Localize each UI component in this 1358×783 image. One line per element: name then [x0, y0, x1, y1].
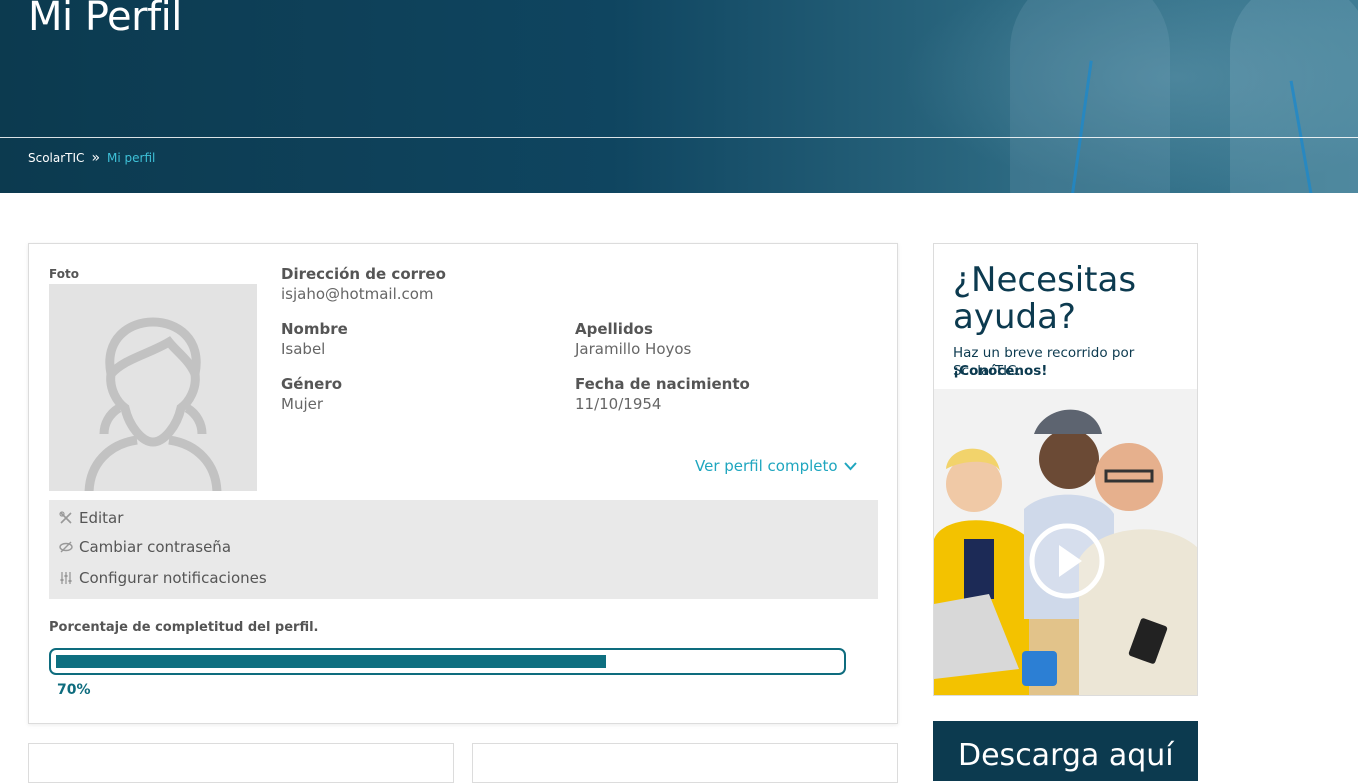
female-avatar-icon	[84, 317, 222, 491]
help-card: ¿Necesitas ayuda? Haz un breve recorrido…	[933, 243, 1198, 696]
page-title: Mi Perfil	[28, 0, 182, 40]
profile-actions-panel: Editar Cambiar contraseña Configurar not…	[49, 500, 878, 599]
header-banner: Mi Perfil ScolarTIC » Mi perfil	[0, 0, 1358, 193]
configure-notifications-button[interactable]: Configurar notificaciones	[59, 569, 267, 587]
breadcrumb-current[interactable]: Mi perfil	[107, 151, 155, 165]
download-card[interactable]: Descarga aquí	[933, 721, 1198, 781]
configure-notifications-label: Configurar notificaciones	[79, 569, 267, 587]
apellidos-value: Jaramillo Hoyos	[575, 340, 692, 358]
fecha-value: 11/10/1954	[575, 395, 662, 413]
apellidos-label: Apellidos	[575, 320, 653, 338]
people-photo-illustration	[934, 389, 1197, 695]
nombre-label: Nombre	[281, 320, 348, 338]
eye-slash-icon	[59, 541, 73, 553]
profile-completion-fill	[56, 655, 606, 668]
genero-value: Mujer	[281, 395, 324, 413]
tools-icon	[59, 511, 72, 524]
chevron-down-icon	[843, 461, 857, 470]
fecha-label: Fecha de nacimiento	[575, 375, 750, 393]
progress-label: Porcentaje de completitud del perfil.	[49, 620, 319, 635]
edit-label: Editar	[79, 509, 124, 527]
help-title: ¿Necesitas ayuda?	[953, 260, 1137, 337]
email-value: isjaho@hotmail.com	[281, 285, 434, 303]
banner-person-silhouette	[1010, 0, 1170, 193]
lower-card-right	[472, 743, 898, 783]
profile-card: Foto Dirección de correo isjaho@hotmail.…	[28, 243, 898, 724]
view-full-profile-link[interactable]: Ver perfil completo	[695, 457, 857, 475]
genero-label: Género	[281, 375, 343, 393]
breadcrumb-separator: »	[91, 150, 101, 166]
help-video-thumbnail[interactable]	[934, 389, 1197, 695]
breadcrumb: ScolarTIC » Mi perfil	[28, 150, 155, 166]
breadcrumb-home-link[interactable]: ScolarTIC	[28, 151, 84, 165]
change-password-button[interactable]: Cambiar contraseña	[59, 538, 231, 556]
profile-completion-percent: 70%	[57, 682, 91, 698]
banner-divider	[0, 137, 1358, 138]
view-full-profile-label: Ver perfil completo	[695, 457, 838, 475]
help-link[interactable]: ¡Conócenos!	[953, 363, 1047, 379]
photo-label: Foto	[49, 267, 79, 281]
email-label: Dirección de correo	[281, 265, 446, 283]
edit-button[interactable]: Editar	[59, 509, 123, 527]
lower-card-left	[28, 743, 454, 783]
change-password-label: Cambiar contraseña	[79, 538, 232, 556]
download-title: Descarga aquí	[958, 738, 1174, 773]
nombre-value: Isabel	[281, 340, 326, 358]
sliders-icon	[60, 572, 72, 584]
profile-completion-bar	[49, 648, 846, 675]
avatar[interactable]	[49, 284, 257, 491]
